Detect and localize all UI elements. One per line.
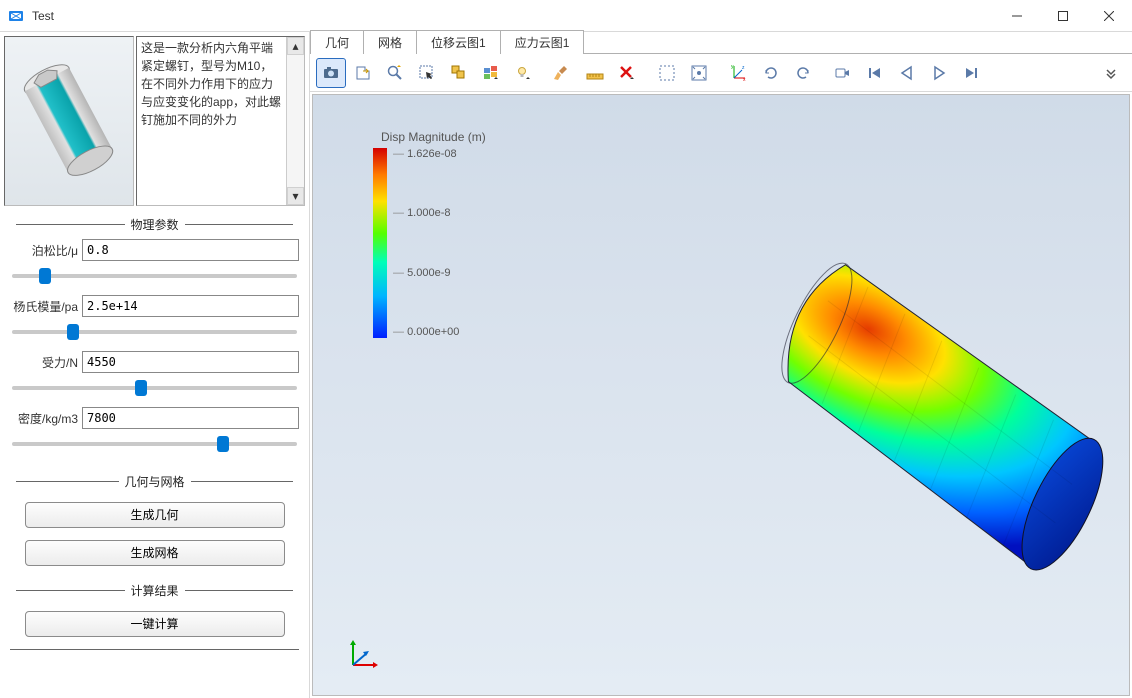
scroll-down-icon[interactable]: ▾ (287, 187, 304, 205)
description-text: 这是一款分析内六角平端紧定螺钉，型号为M10，在不同外力作用下的应力与应变变化的… (137, 37, 286, 205)
left-panel: 这是一款分析内六角平端紧定螺钉，型号为M10，在不同外力作用下的应力与应变变化的… (0, 32, 310, 698)
section-physical-params: 物理参数 (10, 216, 299, 233)
windows-icon[interactable] (476, 58, 506, 88)
pick-icon[interactable] (412, 58, 442, 88)
measure-icon[interactable] (580, 58, 610, 88)
model-thumbnail (4, 36, 134, 206)
camera-icon[interactable] (316, 58, 346, 88)
section-geometry-mesh: 几何与网格 (10, 473, 299, 490)
prev-icon[interactable] (892, 58, 922, 88)
app-icon (8, 8, 24, 24)
tab-geometry[interactable]: 几何 (310, 30, 364, 54)
force-label: 受力/N (10, 354, 78, 371)
first-icon[interactable] (860, 58, 890, 88)
3d-viewport[interactable]: Disp Magnitude (m) 1.626e-08 1.000e-8 5.… (312, 94, 1130, 696)
record-icon[interactable] (828, 58, 858, 88)
tab-bar: 几何 网格 位移云图1 应力云图1 (310, 32, 1132, 54)
right-panel: 几何 网格 位移云图1 应力云图1 yxz (310, 32, 1132, 698)
generate-mesh-button[interactable]: 生成网格 (25, 540, 285, 566)
delete-icon[interactable] (612, 58, 642, 88)
legend-title: Disp Magnitude (m) (381, 130, 486, 144)
clean-icon[interactable] (548, 58, 578, 88)
rotate-ccw-icon[interactable] (788, 58, 818, 88)
density-input[interactable] (82, 407, 299, 429)
title-bar: Test (0, 0, 1132, 32)
poisson-input[interactable] (82, 239, 299, 261)
export-icon[interactable] (348, 58, 378, 88)
legend-ticks: 1.626e-08 1.000e-8 5.000e-9 0.000e+00 (393, 148, 459, 338)
tab-stress[interactable]: 应力云图1 (500, 30, 585, 54)
orientation-triad-icon (343, 635, 383, 675)
description-scrollbar[interactable]: ▴ ▾ (286, 37, 304, 205)
density-slider[interactable] (12, 442, 297, 446)
maximize-button[interactable] (1040, 0, 1086, 32)
svg-text:x: x (743, 77, 746, 82)
young-slider[interactable] (12, 330, 297, 334)
force-slider[interactable] (12, 386, 297, 390)
young-input[interactable] (82, 295, 299, 317)
section-results: 计算结果 (10, 582, 299, 599)
minimize-button[interactable] (994, 0, 1040, 32)
toolbar-overflow-icon[interactable] (1096, 58, 1126, 88)
fit-icon[interactable] (684, 58, 714, 88)
force-input[interactable] (82, 351, 299, 373)
tab-mesh[interactable]: 网格 (363, 30, 417, 54)
generate-geometry-button[interactable]: 生成几何 (25, 502, 285, 528)
compute-button[interactable]: 一键计算 (25, 611, 285, 637)
axes-icon[interactable]: yxz (724, 58, 754, 88)
close-button[interactable] (1086, 0, 1132, 32)
young-label: 杨氏模量/pa (10, 298, 78, 315)
zoom-icon[interactable] (380, 58, 410, 88)
scroll-up-icon[interactable]: ▴ (287, 37, 304, 55)
select-box-icon[interactable] (444, 58, 474, 88)
next-icon[interactable] (956, 58, 986, 88)
main-area: 这是一款分析内六角平端紧定螺钉，型号为M10，在不同外力作用下的应力与应变变化的… (0, 32, 1132, 698)
bottom-divider (10, 649, 299, 650)
color-legend: Disp Magnitude (m) 1.626e-08 1.000e-8 5.… (373, 130, 486, 338)
poisson-label: 泊松比/μ (10, 242, 78, 259)
rect-select-icon[interactable] (652, 58, 682, 88)
tab-displacement[interactable]: 位移云图1 (416, 30, 501, 54)
rotate-cw-icon[interactable] (756, 58, 786, 88)
play-icon[interactable] (924, 58, 954, 88)
displacement-model (663, 185, 1130, 665)
legend-colorbar (373, 148, 387, 338)
svg-text:z: z (742, 65, 745, 71)
window-title: Test (32, 9, 994, 23)
density-label: 密度/kg/m3 (10, 410, 78, 427)
viewport-toolbar: yxz (310, 54, 1132, 92)
light-icon[interactable] (508, 58, 538, 88)
poisson-slider[interactable] (12, 274, 297, 278)
